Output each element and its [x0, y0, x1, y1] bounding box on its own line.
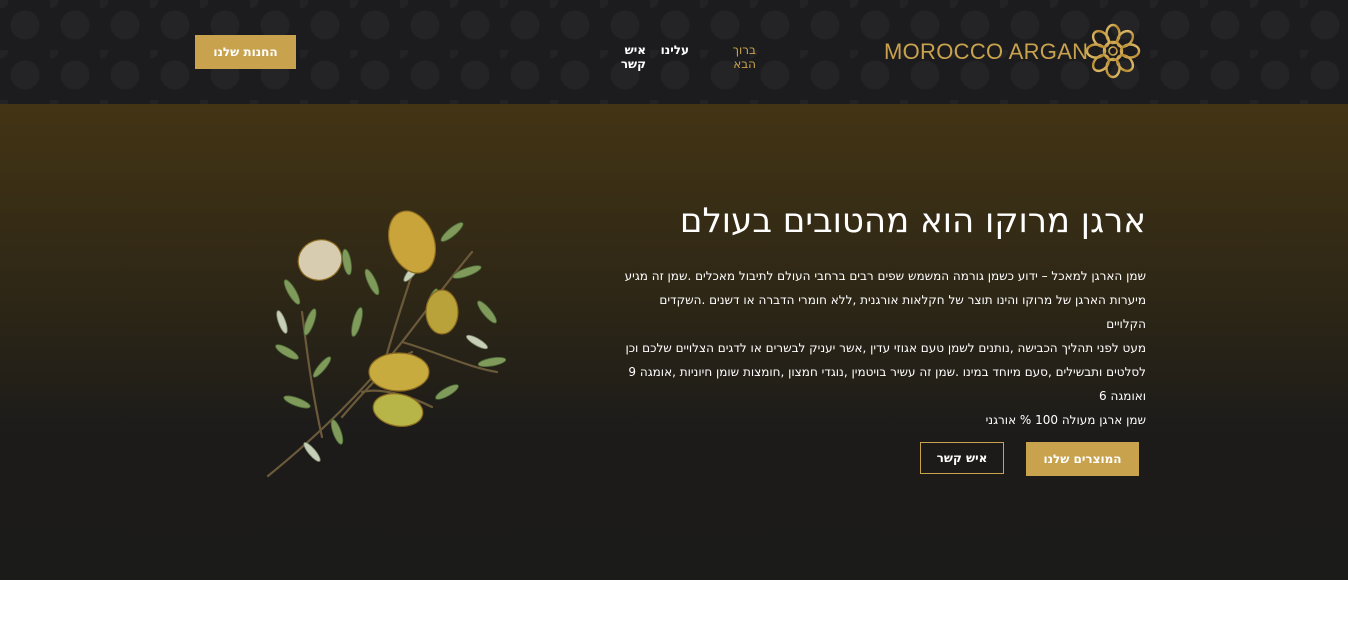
brand-name: MOROCCO ARGAN: [884, 39, 1089, 64]
contact-button[interactable]: איש קשר: [920, 442, 1004, 474]
site-header: MOROCCO ARGAN ברוך הבא עלינו איש קשר החנ…: [0, 0, 1348, 104]
hero-paragraph-line: מעט לפני תהליך הכבישה ,נותנים לשמן טעם א…: [625, 341, 1146, 355]
nav-item-contact[interactable]: איש קשר: [596, 43, 646, 71]
moroccan-star-emblem-icon: [1085, 23, 1141, 79]
our-store-button[interactable]: החנות שלנו: [195, 35, 296, 69]
argan-branch-illustration: [266, 210, 507, 478]
hero-paragraph-line: ואומגה 6: [1099, 389, 1146, 403]
page-below-fold: [0, 580, 1348, 623]
hero-title: ארגן מרוקו הוא מהטובים בעולם: [679, 201, 1146, 241]
hero-section: ארגן מרוקו הוא מהטובים בעולם שמן הארגן ל…: [0, 104, 1348, 580]
hero-description: שמן הארגן למאכל – ידוע כשמן גורמה המשמש …: [616, 264, 1146, 432]
hero-paragraph-line: שמן הארגן למאכל – ידוע כשמן גורמה המשמש …: [624, 269, 1146, 283]
hero-paragraph-line: מיערות הארגן של מרוקו והינו תוצר של חקלא…: [659, 293, 1146, 331]
nav-item-home[interactable]: ברוך הבא: [706, 43, 756, 71]
hero-paragraph-line: לסלטים ותבשילים ,סעם מיוחד במינו .שמן זה…: [628, 365, 1146, 379]
hero-tagline: שמן ארגן מעולה 100 % אורגני: [985, 413, 1146, 427]
nav-item-about[interactable]: עלינו: [659, 43, 689, 57]
our-products-button[interactable]: המוצרים שלנו: [1026, 442, 1139, 476]
